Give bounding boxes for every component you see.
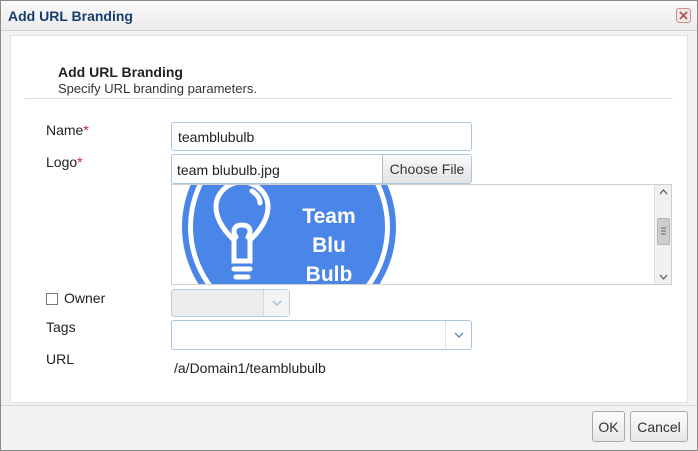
choose-file-button[interactable]: Choose File (382, 155, 471, 183)
url-value: /a/Domain1/teamblubulb (174, 360, 326, 376)
section-header: Add URL Branding Specify URL branding pa… (25, 50, 673, 99)
url-label: URL (46, 351, 75, 367)
logo-preview: Team Blu Bulb (171, 184, 672, 285)
dialog-title: Add URL Branding (8, 8, 133, 24)
chevron-down-icon[interactable] (263, 290, 289, 316)
logo-filename: team blubulb.jpg (177, 162, 280, 178)
section-subtitle: Specify URL branding parameters. (58, 81, 257, 96)
ok-button[interactable]: OK (592, 411, 625, 442)
scroll-thumb[interactable] (657, 218, 670, 245)
tags-select[interactable] (171, 320, 472, 350)
owner-checkbox[interactable] (46, 293, 58, 305)
required-marker: * (77, 154, 83, 170)
logo-text-team: Team (302, 205, 355, 228)
dialog-footer: OK Cancel (1, 405, 697, 450)
owner-label: Owner (64, 290, 106, 306)
logo-text-bulb: Bulb (306, 263, 353, 284)
logo-image: Team Blu Bulb (182, 185, 396, 284)
tags-label: Tags (46, 319, 76, 335)
section-title: Add URL Branding (58, 64, 183, 80)
name-input[interactable] (171, 122, 472, 151)
add-url-branding-dialog: Add URL Branding Add URL Branding Specif… (0, 0, 698, 451)
required-marker: * (83, 122, 89, 138)
logo-file-input[interactable]: team blubulb.jpg Choose File (171, 154, 472, 184)
cancel-button[interactable]: Cancel (630, 411, 688, 442)
preview-scrollbar[interactable] (654, 185, 671, 284)
close-button[interactable] (676, 8, 691, 23)
chevron-down-icon[interactable] (445, 321, 471, 349)
scroll-down-icon[interactable] (655, 270, 671, 284)
scroll-up-icon[interactable] (655, 185, 671, 199)
logo-label: Logo* (46, 154, 83, 170)
logo-text-blu: Blu (312, 234, 346, 257)
dialog-titlebar: Add URL Branding (1, 1, 697, 31)
owner-select[interactable] (171, 289, 290, 317)
name-label: Name* (46, 122, 89, 138)
close-icon (679, 11, 688, 20)
